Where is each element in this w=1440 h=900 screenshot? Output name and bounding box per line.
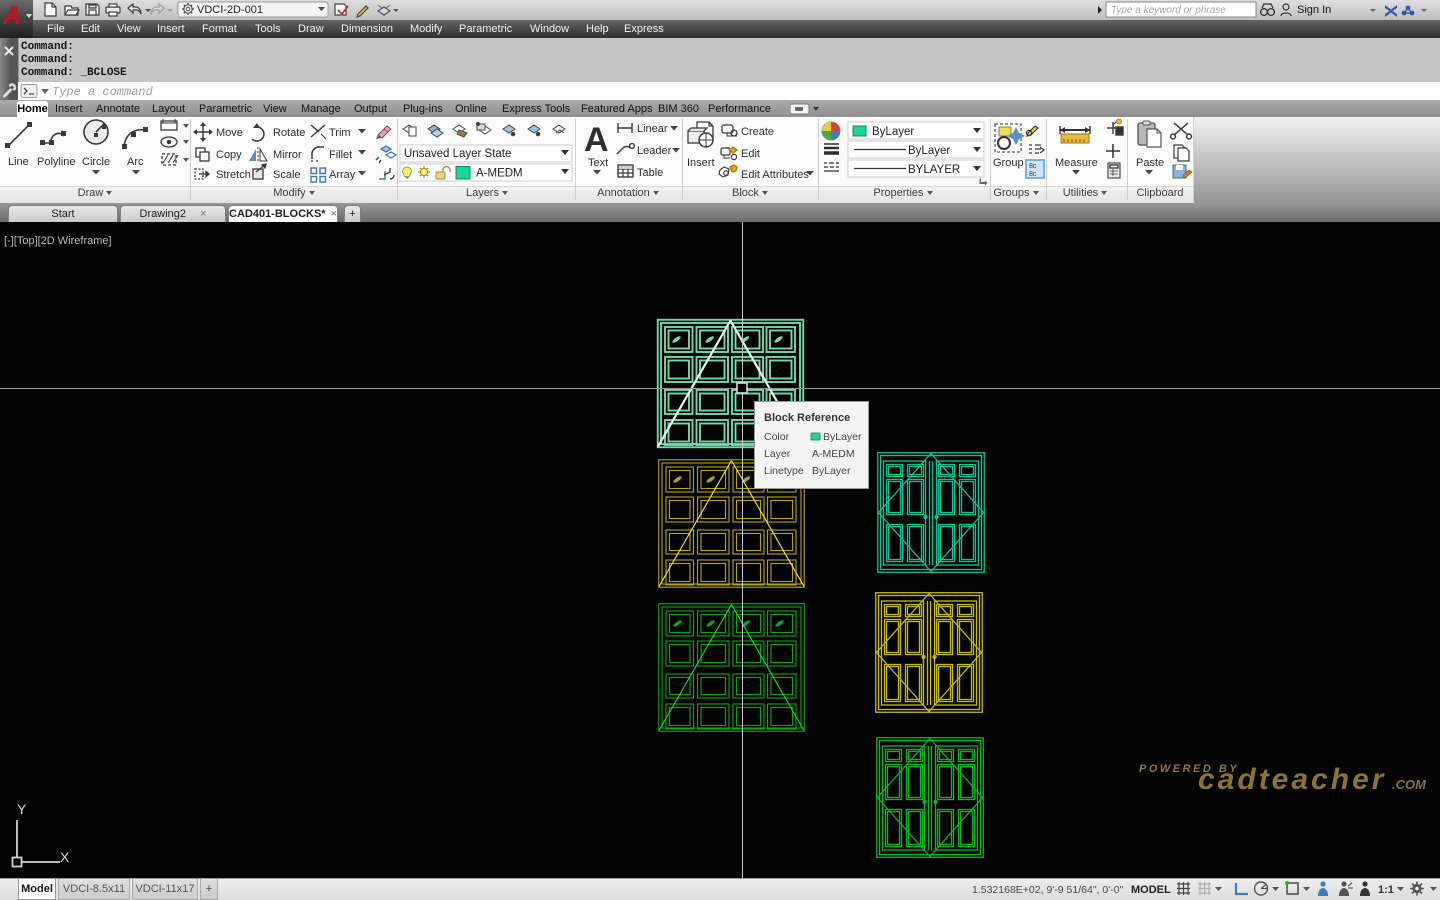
svg-text:Layer: Layer bbox=[764, 448, 791, 460]
svg-text:1:1: 1:1 bbox=[1378, 884, 1394, 896]
svg-text:Paste: Paste bbox=[1136, 157, 1164, 169]
svg-text:Block Reference: Block Reference bbox=[764, 412, 850, 424]
svg-text:Text: Text bbox=[588, 157, 608, 169]
svg-text:BYLAYER: BYLAYER bbox=[908, 164, 960, 176]
svg-text:Create: Create bbox=[741, 126, 774, 138]
svg-text:ByLayer: ByLayer bbox=[812, 465, 851, 477]
svg-text:VDCI-2D-001: VDCI-2D-001 bbox=[197, 4, 263, 16]
svg-text:8c: 8c bbox=[1029, 163, 1037, 170]
svg-text:A-MEDM: A-MEDM bbox=[812, 448, 855, 460]
svg-text:Edit: Edit bbox=[741, 148, 760, 160]
svg-text:ByLayer: ByLayer bbox=[823, 431, 862, 443]
svg-text:Move: Move bbox=[216, 127, 243, 139]
svg-text:Copy: Copy bbox=[216, 149, 242, 161]
svg-text:Measure: Measure bbox=[1055, 157, 1098, 169]
svg-text:Edit Attributes: Edit Attributes bbox=[741, 169, 809, 181]
svg-text:Table: Table bbox=[637, 167, 663, 179]
svg-text:Color: Color bbox=[764, 431, 790, 443]
svg-text:Mirror: Mirror bbox=[273, 149, 302, 161]
svg-text:Scale: Scale bbox=[273, 169, 301, 181]
svg-text:Fillet: Fillet bbox=[329, 149, 352, 161]
svg-text:Linear: Linear bbox=[637, 123, 668, 135]
svg-text:Y: Y bbox=[17, 801, 27, 817]
svg-text:ByLayer: ByLayer bbox=[872, 126, 914, 138]
svg-text:X: X bbox=[60, 849, 70, 865]
svg-text:Insert: Insert bbox=[687, 157, 715, 169]
svg-text:Stretch: Stretch bbox=[216, 169, 251, 181]
svg-text:Type a keyword or phrase: Type a keyword or phrase bbox=[1111, 5, 1226, 16]
svg-text:8c: 8c bbox=[1029, 171, 1037, 178]
svg-text:Rotate: Rotate bbox=[273, 127, 305, 139]
svg-text:Linetype: Linetype bbox=[764, 465, 804, 477]
svg-text:A: A bbox=[584, 121, 609, 159]
svg-text:Sign In: Sign In bbox=[1297, 4, 1331, 16]
svg-text:Array: Array bbox=[329, 169, 356, 181]
svg-text:A-MEDM: A-MEDM bbox=[476, 168, 523, 180]
svg-text:Circle: Circle bbox=[82, 156, 110, 168]
svg-text:[-][Top][2D Wireframe]: [-][Top][2D Wireframe] bbox=[4, 235, 112, 247]
svg-text:Arc: Arc bbox=[127, 156, 144, 168]
svg-text:cadteacher: cadteacher bbox=[1198, 763, 1386, 796]
svg-text:.COM: .COM bbox=[1392, 777, 1427, 792]
svg-text:Line: Line bbox=[8, 156, 29, 168]
svg-text:Unsaved Layer State: Unsaved Layer State bbox=[404, 148, 511, 160]
svg-text:Group: Group bbox=[993, 157, 1024, 169]
svg-text:ByLayer: ByLayer bbox=[908, 145, 950, 157]
svg-text:Leader: Leader bbox=[637, 145, 672, 157]
svg-text:Polyline: Polyline bbox=[37, 156, 76, 168]
svg-text:Trim: Trim bbox=[329, 127, 351, 139]
